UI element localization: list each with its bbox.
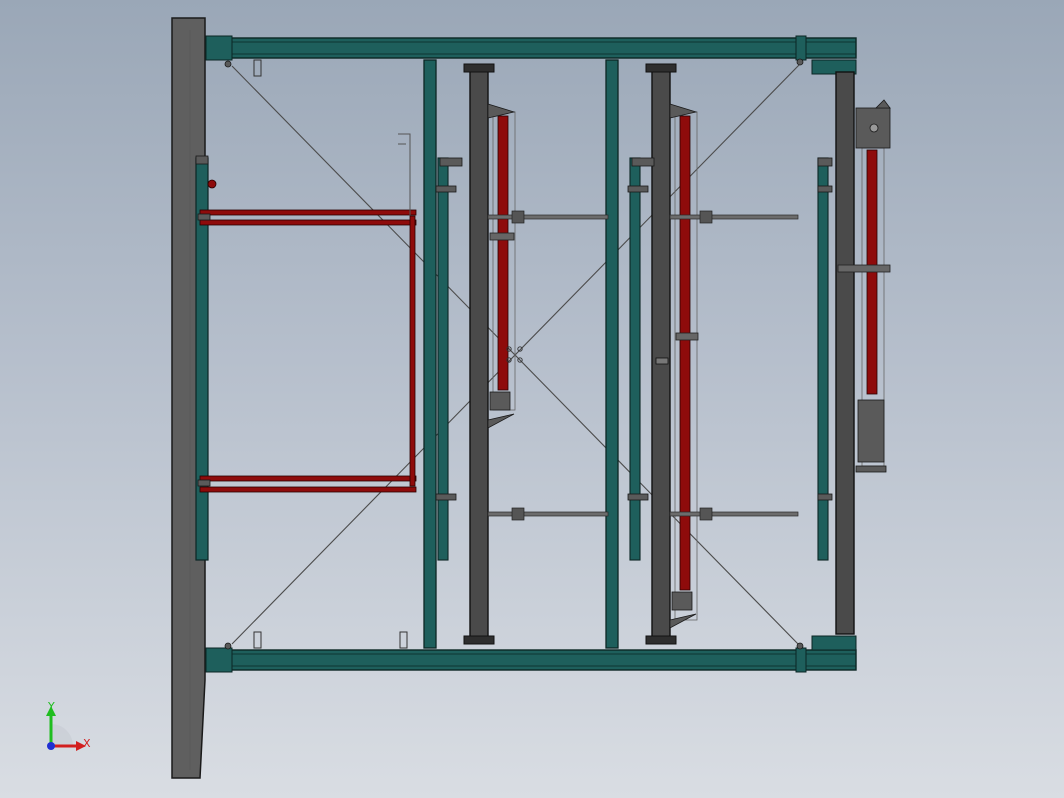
push-rods <box>487 210 799 521</box>
cad-assembly-drawing[interactable]: Y X <box>0 0 1064 798</box>
frame-beams <box>205 35 857 673</box>
axis-y-label: Y <box>47 700 55 713</box>
cross-bracing <box>231 63 801 647</box>
brackets <box>195 58 891 650</box>
teal-posts <box>423 59 857 651</box>
gray-columns <box>463 63 855 645</box>
coordinate-triad: Y X <box>46 700 91 751</box>
axis-x-label: X <box>83 737 91 750</box>
left-carriage <box>195 59 417 649</box>
cad-viewport[interactable]: Y X <box>0 0 1064 798</box>
